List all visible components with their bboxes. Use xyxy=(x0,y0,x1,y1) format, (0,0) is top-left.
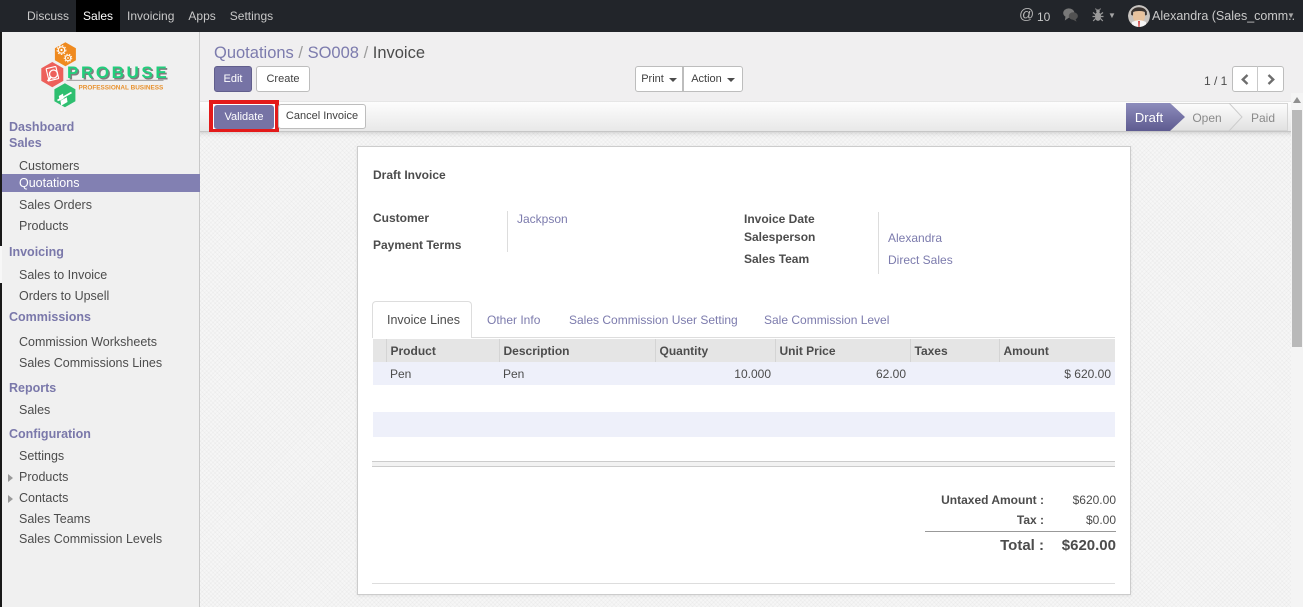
svg-text:PROFESSIONAL BUSINESS: PROFESSIONAL BUSINESS xyxy=(79,85,164,92)
svg-text:PROBUSE: PROBUSE xyxy=(67,63,169,82)
svg-text:Open: Open xyxy=(1192,111,1221,125)
svg-text:Paid: Paid xyxy=(1251,111,1275,125)
svg-text:Draft: Draft xyxy=(1135,110,1164,125)
